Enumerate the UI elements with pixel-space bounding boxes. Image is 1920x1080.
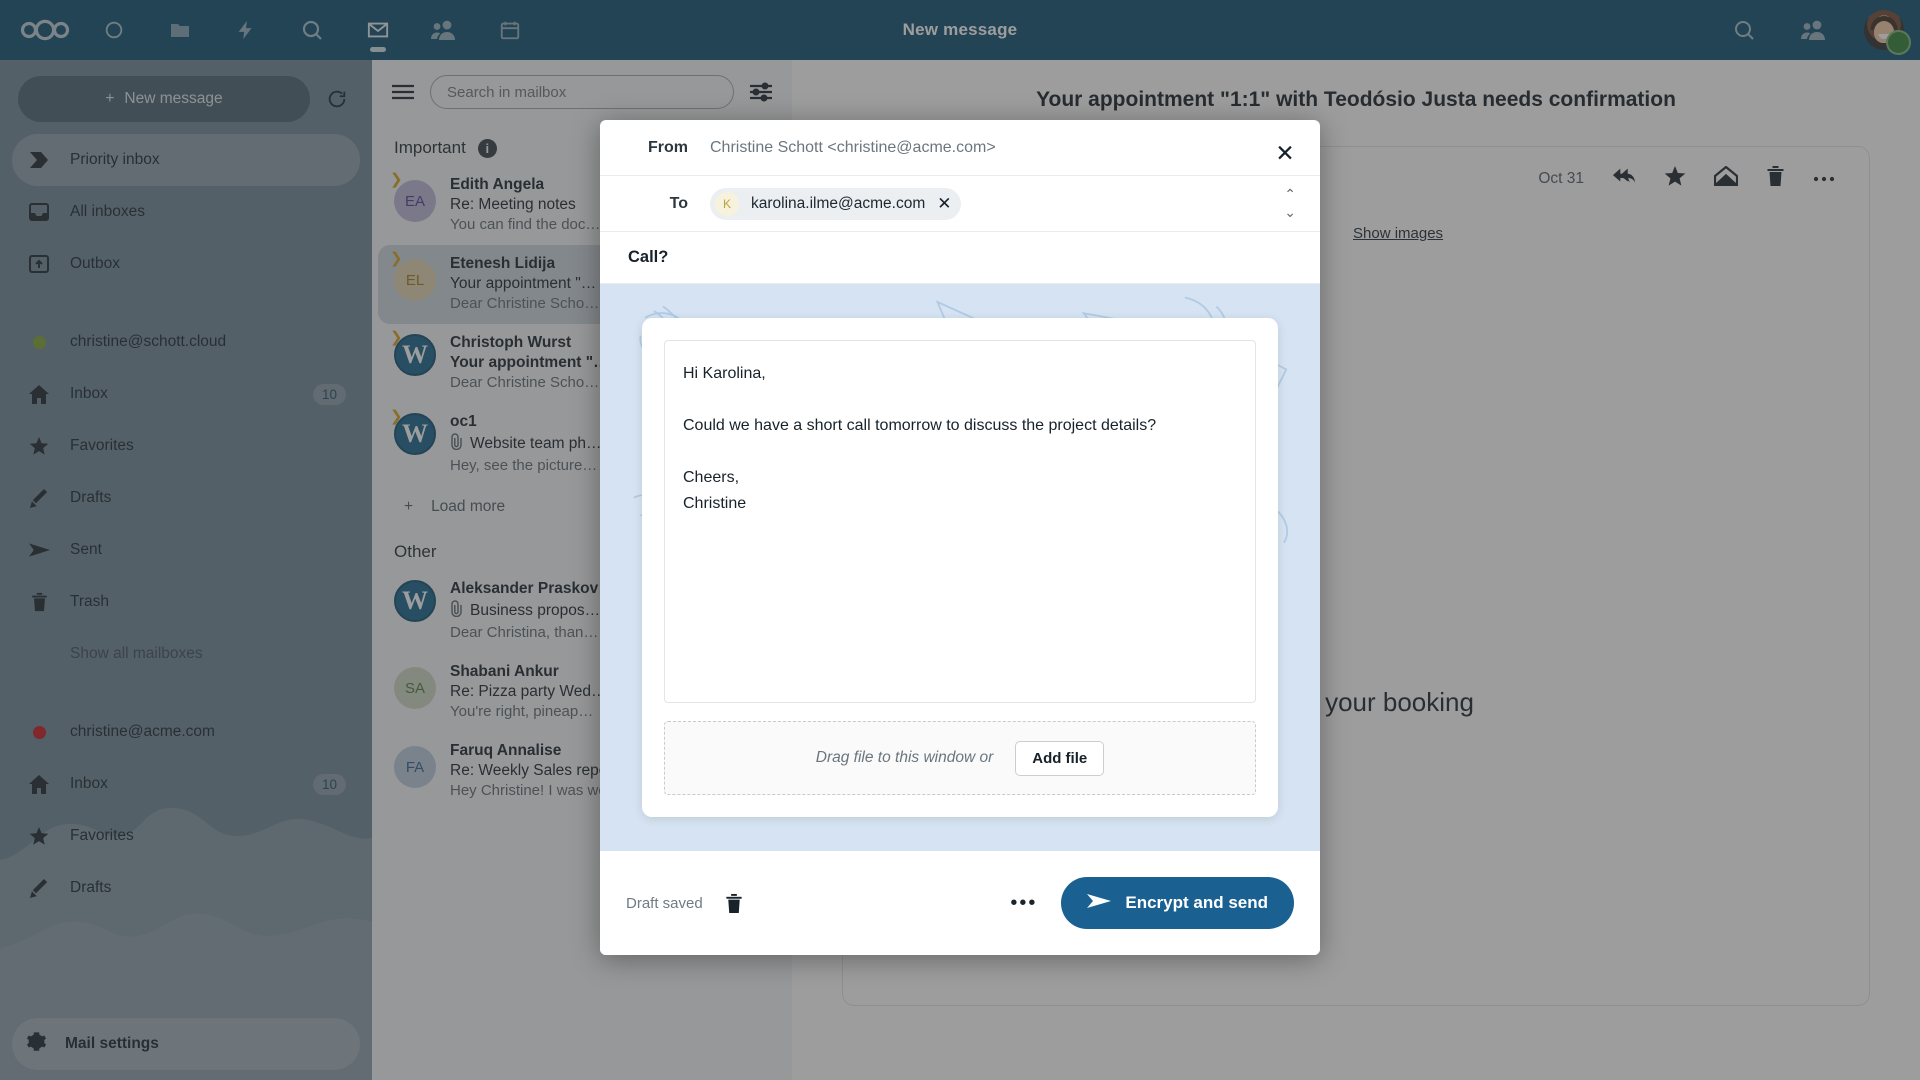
remove-recipient-icon[interactable]: ✕ <box>937 194 951 214</box>
draft-saved-status: Draft saved <box>626 895 703 912</box>
send-button-label: Encrypt and send <box>1125 893 1268 913</box>
recipient-avatar: K <box>715 192 739 216</box>
subject-field[interactable]: Call? <box>600 232 1320 284</box>
from-label: From <box>600 139 710 157</box>
from-value[interactable]: Christine Schott <christine@acme.com> <box>710 139 996 157</box>
attachment-dropzone[interactable]: Drag file to this window or Add file <box>664 721 1256 795</box>
recipient-chip[interactable]: K karolina.ilme@acme.com ✕ <box>710 188 961 220</box>
delete-draft-icon[interactable] <box>717 889 751 918</box>
editor-card: Hi Karolina, Could we have a short call … <box>642 318 1278 817</box>
close-icon[interactable]: ✕ <box>1268 136 1302 170</box>
compose-footer: Draft saved ••• Encrypt and send <box>600 851 1320 955</box>
from-field-row: From Christine Schott <christine@acme.co… <box>600 120 1320 176</box>
message-body-input[interactable]: Hi Karolina, Could we have a short call … <box>664 340 1256 703</box>
chevron-updown-icon[interactable]: ⌃ ⌄ <box>1284 189 1296 217</box>
dropzone-text: Drag file to this window or <box>816 749 993 767</box>
chevron-up-icon: ⌃ <box>1284 189 1296 200</box>
chevron-down-icon: ⌄ <box>1284 207 1296 218</box>
recipient-email: karolina.ilme@acme.com <box>751 195 925 213</box>
more-options-icon[interactable]: ••• <box>1000 888 1047 919</box>
compose-message-modal: ✕ From Christine Schott <christine@acme.… <box>600 120 1320 955</box>
compose-editor-area: Hi Karolina, Could we have a short call … <box>600 284 1320 851</box>
mail-app-window: New message + <box>0 0 1920 1080</box>
send-icon <box>1087 892 1111 915</box>
add-file-button[interactable]: Add file <box>1015 741 1104 776</box>
encrypt-and-send-button[interactable]: Encrypt and send <box>1061 877 1294 929</box>
to-label: To <box>600 195 710 213</box>
to-field-row: To K karolina.ilme@acme.com ✕ ⌃ ⌄ <box>600 176 1320 232</box>
